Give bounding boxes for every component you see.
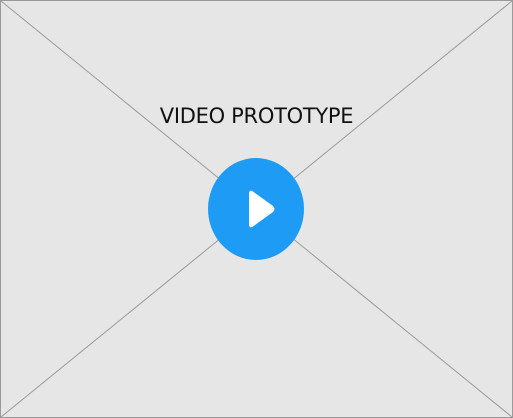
play-button[interactable] bbox=[208, 158, 304, 260]
play-icon bbox=[249, 190, 275, 228]
video-title: VIDEO PROTOTYPE bbox=[159, 104, 354, 128]
